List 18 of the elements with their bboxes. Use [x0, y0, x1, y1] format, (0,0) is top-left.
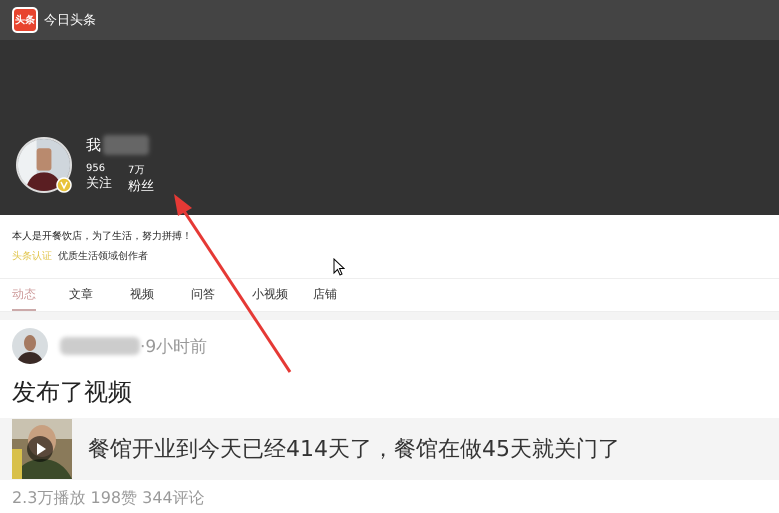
post-time: ·9小时前: [140, 336, 208, 358]
tab[interactable]: 小视频: [252, 279, 313, 311]
post-stats: 2.3万播放 198赞 344评论: [12, 488, 206, 509]
stat-value: 7万: [128, 164, 146, 177]
app-title: 今日头条: [44, 12, 96, 29]
tab[interactable]: 问答: [191, 279, 252, 311]
certification-label: 头条认证: [12, 250, 52, 263]
tab[interactable]: 视频: [130, 279, 191, 311]
tab[interactable]: 店铺: [313, 279, 374, 311]
bio-text: 本人是开餐饮店，为了生活，努力拼搏！: [12, 230, 193, 243]
stat-label[interactable]: 关注: [86, 174, 112, 192]
stat-label[interactable]: 粉丝: [128, 177, 154, 195]
post-action: 发布了视频: [12, 377, 133, 408]
tab[interactable]: 文章: [69, 279, 130, 311]
certification-text: 优质生活领域创作者: [58, 250, 148, 263]
user-name: 我: [86, 136, 101, 154]
stat-value: 956: [86, 163, 106, 174]
app-logo: 头条: [12, 7, 38, 33]
